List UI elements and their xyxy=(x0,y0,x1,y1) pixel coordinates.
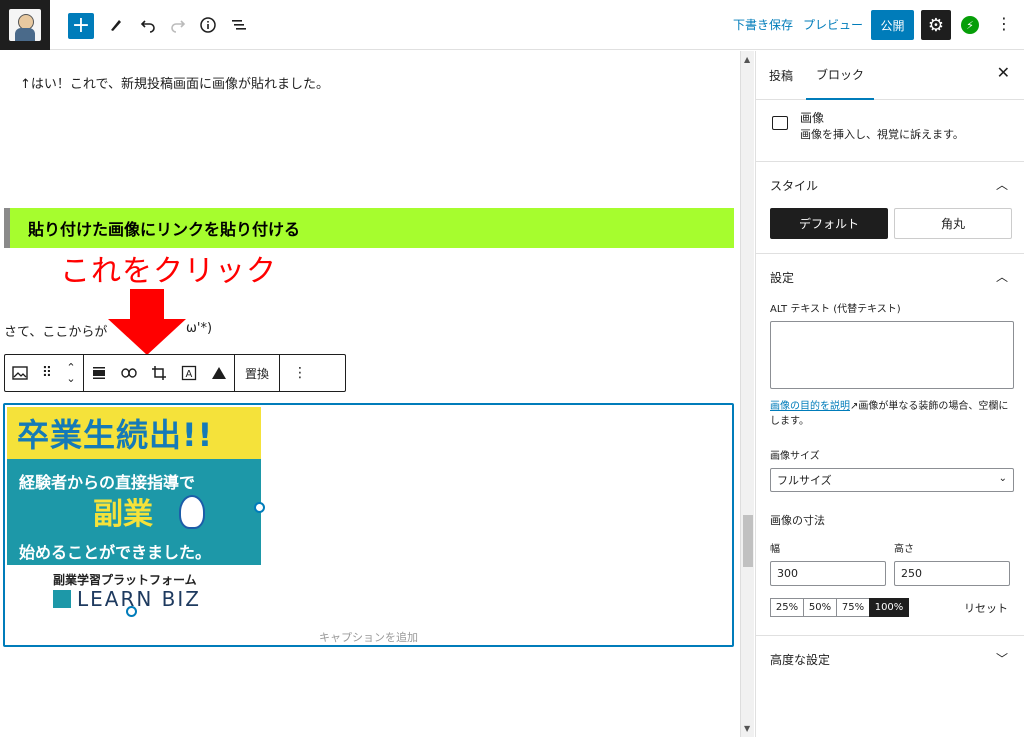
size-50-button[interactable]: 50% xyxy=(803,598,837,617)
edit-tool-icon[interactable] xyxy=(108,13,124,37)
banner-brand-sub: 副業学習プラットフォーム xyxy=(53,573,197,587)
width-input[interactable]: 300 xyxy=(770,561,886,586)
top-toolbar: + 下書き保存 プレビュー 公開 ⚙ ⚡ ⋮ xyxy=(0,0,1024,50)
redo-icon[interactable] xyxy=(170,13,186,37)
paragraph-block-2-tail: ω'*) xyxy=(186,321,213,336)
image-size-value: フルサイズ xyxy=(777,474,832,487)
paragraph-block-2[interactable]: さて、ここからが xyxy=(4,321,107,340)
block-title: 画像 xyxy=(800,111,825,125)
size-100-button[interactable]: 100% xyxy=(869,598,909,617)
alt-help: 画像の目的を説明↗画像が単なる装飾の場合、空欄にします。 xyxy=(756,389,1024,429)
learnbiz-logo-icon xyxy=(53,590,71,608)
more-options-icon[interactable]: ⋮ xyxy=(996,14,1012,33)
dimensions-label: 画像の寸法 xyxy=(770,514,825,527)
info-icon[interactable] xyxy=(200,13,216,37)
tab-block[interactable]: ブロック xyxy=(806,51,875,100)
rabbit-mascot-icon xyxy=(179,495,205,529)
advanced-title: 高度な設定 xyxy=(770,652,831,667)
crop-icon[interactable] xyxy=(144,355,174,391)
chevron-down-icon: ⌄ xyxy=(998,473,1007,484)
chevron-up-icon: ︿ xyxy=(995,178,1008,192)
style-default-button[interactable]: デフォルト xyxy=(770,208,888,239)
scroll-down-icon[interactable]: ▼ xyxy=(744,724,750,733)
alt-help-link[interactable]: 画像の目的を説明 xyxy=(770,401,850,412)
list-view-icon[interactable] xyxy=(231,13,247,37)
publish-button[interactable]: 公開 xyxy=(871,10,914,40)
resize-handle-bottom[interactable] xyxy=(126,606,137,617)
editor-canvas: ↑はい！これで、新規投稿画面に画像が貼れました。 貼り付けた画像にリンクを貼り付… xyxy=(0,51,740,737)
add-block-button[interactable]: + xyxy=(68,13,94,39)
banner-line-3: 始めることができました。 xyxy=(19,543,212,562)
height-input[interactable]: 250 xyxy=(894,561,1010,586)
image-block[interactable]: 卒業生続出!! 経験者からの直接指導で 副業 始めることができました。 副業学習… xyxy=(3,403,734,647)
banner-headline: 卒業生続出!! xyxy=(7,407,261,459)
chevron-up-icon: ︿ xyxy=(995,270,1008,284)
resize-handle-right[interactable] xyxy=(254,502,265,513)
duotone-icon[interactable] xyxy=(204,355,234,391)
align-icon[interactable] xyxy=(84,355,114,391)
settings-sidebar: 投稿 ブロック ✕ 画像 画像を挿入し、視覚に訴えます。 スタイル ︿ デフォル… xyxy=(755,51,1024,737)
annotation-arrow-icon xyxy=(108,289,186,355)
banner-image: 卒業生続出!! 経験者からの直接指導で 副業 始めることができました。 副業学習… xyxy=(7,407,261,614)
settings-panel-toggle[interactable]: 設定 ︿ xyxy=(756,254,1024,300)
image-size-label: 画像サイズ xyxy=(770,451,820,462)
heading-block[interactable]: 貼り付けた画像にリンクを貼り付ける xyxy=(4,208,734,248)
editor-scrollbar[interactable]: ▲ ▼ xyxy=(740,51,754,737)
height-label: 高さ xyxy=(894,544,914,555)
svg-text:A: A xyxy=(186,369,193,380)
move-up-down-icon[interactable]: ⌃ ⌄ xyxy=(59,355,83,391)
block-description: 画像を挿入し、視覚に訴えます。 xyxy=(800,128,964,141)
width-label: 幅 xyxy=(770,544,780,555)
banner-brand: LEARN BIZ xyxy=(77,587,201,611)
image-icon xyxy=(772,116,788,130)
settings-title: 設定 xyxy=(770,270,795,285)
settings-gear-icon[interactable]: ⚙ xyxy=(921,10,951,40)
size-25-button[interactable]: 25% xyxy=(770,598,804,617)
styles-panel-toggle[interactable]: スタイル ︿ xyxy=(756,162,1024,208)
link-icon[interactable] xyxy=(114,355,144,391)
annotation-text: これをクリック xyxy=(60,254,277,289)
preview-button[interactable]: プレビュー xyxy=(803,16,863,33)
image-block-icon[interactable] xyxy=(5,355,35,391)
scroll-up-icon[interactable]: ▲ xyxy=(744,55,750,64)
paragraph-block[interactable]: ↑はい！これで、新規投稿画面に画像が貼れました。 xyxy=(20,73,329,92)
undo-icon[interactable] xyxy=(140,13,156,37)
styles-title: スタイル xyxy=(770,178,819,193)
text-overlay-icon[interactable]: A xyxy=(174,355,204,391)
advanced-panel-toggle[interactable]: 高度な設定 ﹀ xyxy=(756,636,1024,682)
jetpack-icon[interactable]: ⚡ xyxy=(961,16,979,34)
caption-input[interactable]: キャプションを追加 xyxy=(5,629,732,645)
reset-button[interactable]: リセット xyxy=(964,600,1008,616)
block-toolbar: ⠿ ⌃ ⌄ A 置換 ⋮ xyxy=(4,354,346,392)
close-icon[interactable]: ✕ xyxy=(997,63,1010,82)
replace-button[interactable]: 置換 xyxy=(235,355,279,391)
style-rounded-button[interactable]: 角丸 xyxy=(894,208,1012,239)
tab-post[interactable]: 投稿 xyxy=(769,51,793,100)
alt-text-label: ALT テキスト (代替テキスト) xyxy=(770,304,901,315)
alt-text-input[interactable] xyxy=(770,321,1014,389)
chevron-down-icon: ﹀ xyxy=(995,652,1008,666)
scrollbar-thumb[interactable] xyxy=(743,515,753,567)
block-options-icon[interactable]: ⋮ xyxy=(280,355,320,391)
site-avatar-icon xyxy=(9,9,41,41)
image-size-select[interactable]: フルサイズ ⌄ xyxy=(770,468,1014,492)
site-icon-button[interactable] xyxy=(0,0,50,50)
drag-handle-icon[interactable]: ⠿ xyxy=(35,355,59,391)
size-75-button[interactable]: 75% xyxy=(836,598,870,617)
banner-line-2: 副業 xyxy=(93,497,153,532)
save-draft-button[interactable]: 下書き保存 xyxy=(733,16,793,33)
